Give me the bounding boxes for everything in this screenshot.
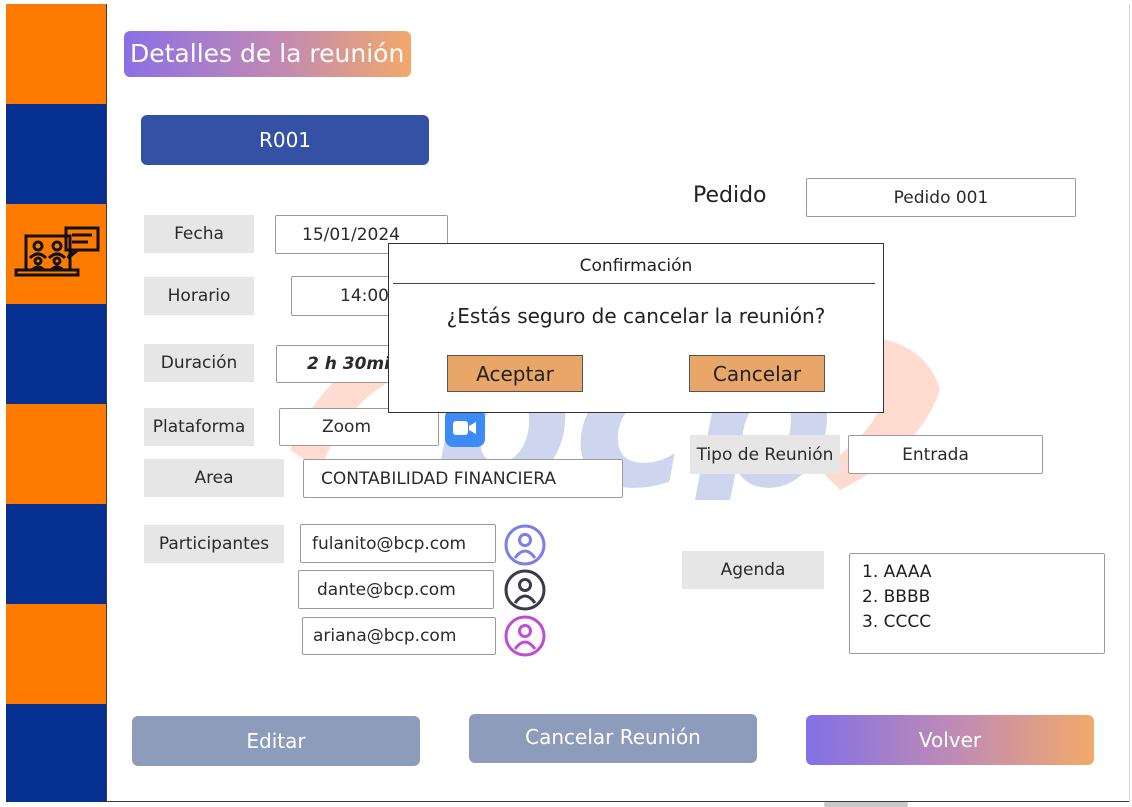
- area-label: Area: [144, 459, 284, 497]
- scrollbar[interactable]: [824, 802, 908, 807]
- plataforma-label: Plataforma: [144, 408, 254, 446]
- horario-label: Horario: [144, 277, 254, 315]
- page: bcp Detalles de la reunión R001 Pedido P…: [0, 0, 1132, 807]
- dialog-title: Confirmación: [579, 256, 693, 276]
- divider: [106, 4, 107, 802]
- pedido-field[interactable]: Pedido 001: [806, 178, 1076, 217]
- sidebar-block: [6, 604, 106, 704]
- tipo-reunion-label: Tipo de Reunión: [690, 435, 840, 474]
- sidebar-block: [6, 304, 106, 404]
- participantes-label: Participantes: [144, 525, 284, 563]
- user-circle-icon: [504, 524, 546, 566]
- fecha-label: Fecha: [144, 215, 254, 253]
- participant-email-field[interactable]: dante@bcp.com: [298, 570, 494, 609]
- participant-email-field[interactable]: ariana@bcp.com: [302, 617, 496, 655]
- pedido-label: Pedido: [693, 183, 767, 208]
- zoom-video-icon[interactable]: [445, 409, 485, 447]
- duracion-label: Duración: [144, 344, 254, 382]
- agenda-label: Agenda: [682, 551, 824, 589]
- agenda-item: 1. AAAA: [862, 562, 932, 582]
- dialog-message: ¿Estás seguro de cancelar la reunión?: [446, 304, 826, 328]
- agenda-list[interactable]: 1. AAAA 2. BBBB 3. CCCC: [849, 553, 1105, 654]
- participant-email-field[interactable]: fulanito@bcp.com: [300, 524, 496, 563]
- sidebar-block: [6, 104, 106, 204]
- cancel-meeting-button[interactable]: Cancelar Reunión: [469, 714, 757, 763]
- sidebar-block: [6, 504, 106, 604]
- cancel-button[interactable]: Cancelar: [689, 355, 825, 392]
- divider: [393, 283, 875, 284]
- agenda-item: 2. BBBB: [862, 587, 931, 607]
- divider: [1129, 4, 1130, 802]
- duracion-field[interactable]: 2 h 30mi: [276, 345, 396, 383]
- user-circle-icon: [504, 569, 546, 611]
- horario-field[interactable]: 14:00: [291, 276, 401, 316]
- tipo-reunion-field[interactable]: Entrada: [848, 435, 1043, 474]
- sidebar-block: [6, 404, 106, 504]
- agenda-item: 3. CCCC: [862, 612, 932, 632]
- divider: [106, 801, 1130, 802]
- area-field[interactable]: CONTABILIDAD FINANCIERA: [303, 459, 623, 498]
- sidebar-block: [6, 704, 106, 802]
- edit-button[interactable]: Editar: [132, 716, 420, 766]
- plataforma-field[interactable]: Zoom: [279, 408, 439, 446]
- confirmation-dialog: Confirmación ¿Estás seguro de cancelar l…: [388, 243, 884, 413]
- user-circle-icon: [504, 615, 546, 657]
- sidebar-block: [6, 4, 106, 104]
- meeting-code: R001: [141, 115, 429, 165]
- sidebar: [6, 4, 106, 802]
- page-title: Detalles de la reunión: [124, 31, 411, 77]
- back-button[interactable]: Volver: [806, 715, 1094, 765]
- accept-button[interactable]: Aceptar: [447, 355, 583, 392]
- sidebar-item-meetings[interactable]: [6, 204, 106, 304]
- camera-icon: [453, 421, 476, 435]
- meeting-presentation-icon: [14, 226, 100, 277]
